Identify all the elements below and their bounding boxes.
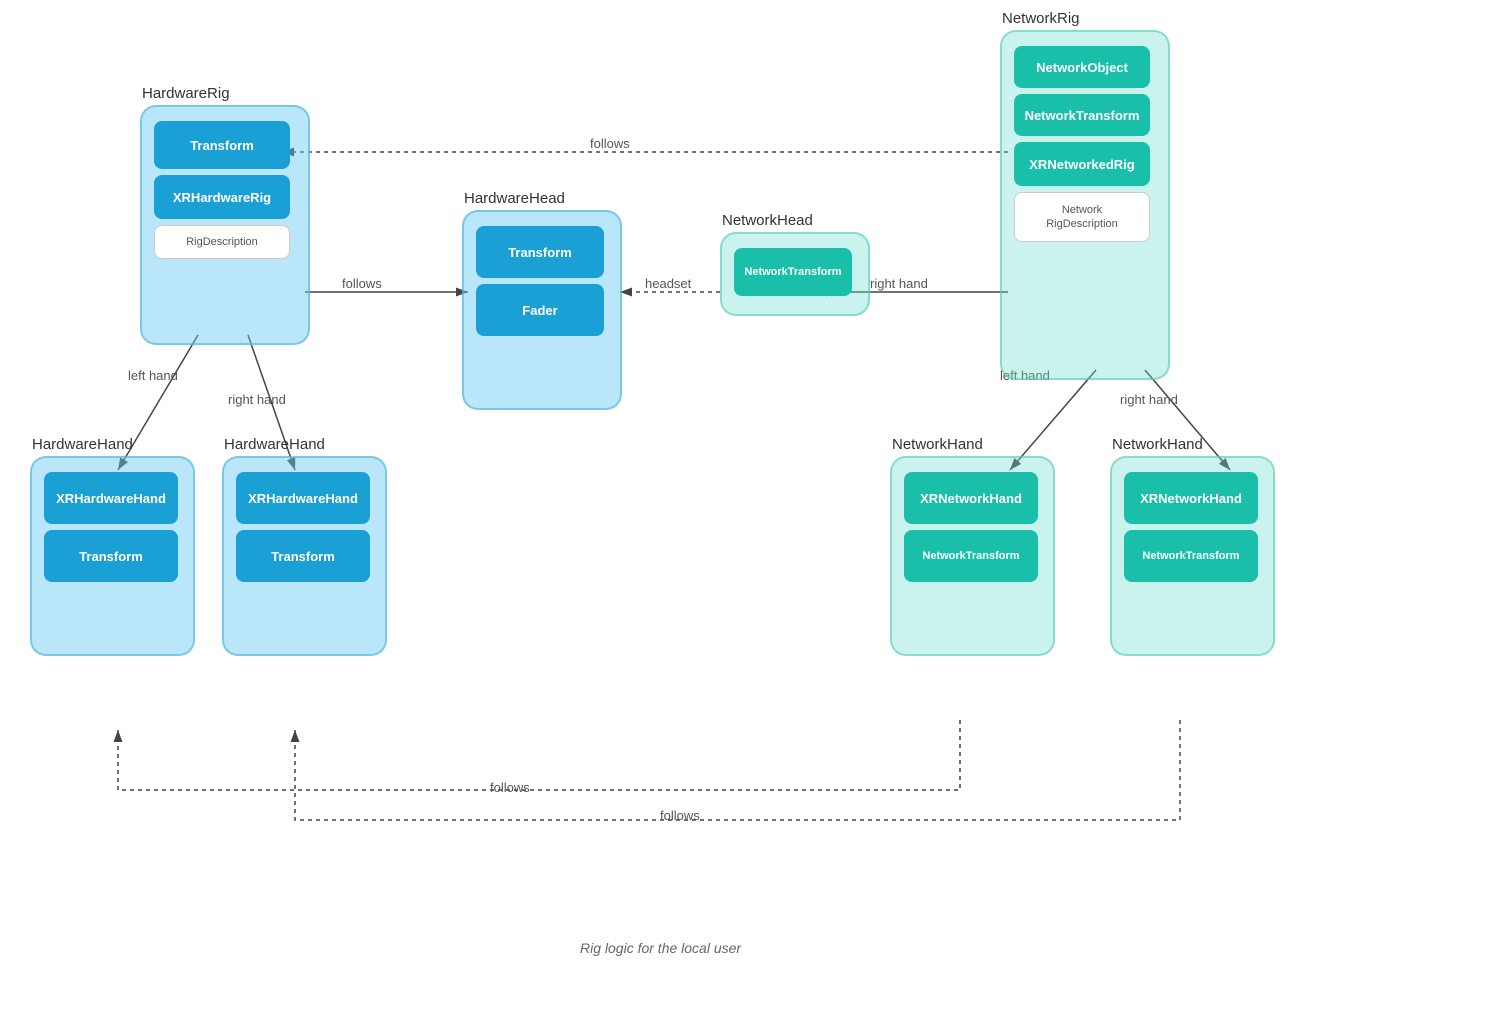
net-head-networktransform-box: NetworkTransform [734, 248, 852, 296]
hardware-head-group: HardwareHead Transform Fader [462, 210, 622, 410]
follows-left-hand-line [118, 720, 960, 790]
hw-rig-xrhardwarerig-box: XRHardwareRig [154, 175, 290, 219]
net-hand-left-networktransform-box: NetworkTransform [904, 530, 1038, 582]
net-rig-xrnetworkedrig-box: XRNetworkedRig [1014, 142, 1150, 186]
hw-hand-left-xrhardwarehand-box: XRHardwareHand [44, 472, 178, 524]
network-hand-right-group: NetworkHand XRNetworkHand NetworkTransfo… [1110, 456, 1275, 656]
follows-right-hand-line [295, 720, 1180, 820]
hardware-hand-left-label: HardwareHand [32, 436, 133, 453]
hw-rig-transform-box: Transform [154, 121, 290, 169]
hardware-rig-group: HardwareRig Transform XRHardwareRig RigD… [140, 105, 310, 345]
hw-hand-right-transform-box: Transform [236, 530, 370, 582]
left-hand-hw-label: left hand [128, 368, 178, 383]
diagram: follows follows headset right hand left … [0, 0, 1490, 1019]
right-hand-hw-label: right hand [228, 392, 286, 407]
network-head-label: NetworkHead [722, 212, 813, 229]
network-rig-label: NetworkRig [1002, 10, 1080, 27]
hardware-hand-left-group: HardwareHand XRHardwareHand Transform [30, 456, 195, 656]
network-hand-left-label: NetworkHand [892, 436, 983, 453]
net-hand-right-xrnetworkhand-box: XRNetworkHand [1124, 472, 1258, 524]
follows-top-label: follows [590, 136, 630, 151]
hw-head-transform-box: Transform [476, 226, 604, 278]
net-rig-networkobject-box: NetworkObject [1014, 46, 1150, 88]
net-rig-networktransform-box: NetworkTransform [1014, 94, 1150, 136]
headset-hw-label: follows [342, 276, 382, 291]
net-hand-left-xrnetworkhand-box: XRNetworkHand [904, 472, 1038, 524]
follows-bottom-left-label: follows [490, 780, 530, 795]
hw-rig-rigdescription-box: RigDescription [154, 225, 290, 259]
hardware-head-label: HardwareHead [464, 190, 565, 207]
hw-head-fader-box: Fader [476, 284, 604, 336]
left-hand-net-line [1010, 370, 1096, 470]
net-rig-networkrigdescription-box: NetworkRigDescription [1014, 192, 1150, 242]
hw-hand-right-xrhardwarehand-box: XRHardwareHand [236, 472, 370, 524]
hw-hand-left-transform-box: Transform [44, 530, 178, 582]
network-hand-left-group: NetworkHand XRNetworkHand NetworkTransfo… [890, 456, 1055, 656]
right-hand-net-label: right hand [1120, 392, 1178, 407]
hardware-rig-label: HardwareRig [142, 85, 230, 102]
follows-bottom-right-label: follows [660, 808, 700, 823]
headset-net-label: right hand [870, 276, 928, 291]
net-hand-right-networktransform-box: NetworkTransform [1124, 530, 1258, 582]
footer-label: Rig logic for the local user [580, 940, 741, 956]
follows-head-label: headset [645, 276, 691, 291]
hardware-hand-right-label: HardwareHand [224, 436, 325, 453]
right-hand-net-line [1145, 370, 1230, 470]
network-hand-right-label: NetworkHand [1112, 436, 1203, 453]
hardware-hand-right-group: HardwareHand XRHardwareHand Transform [222, 456, 387, 656]
network-rig-group: NetworkRig NetworkObject NetworkTransfor… [1000, 30, 1170, 380]
network-head-group: NetworkHead NetworkTransform [720, 232, 870, 316]
